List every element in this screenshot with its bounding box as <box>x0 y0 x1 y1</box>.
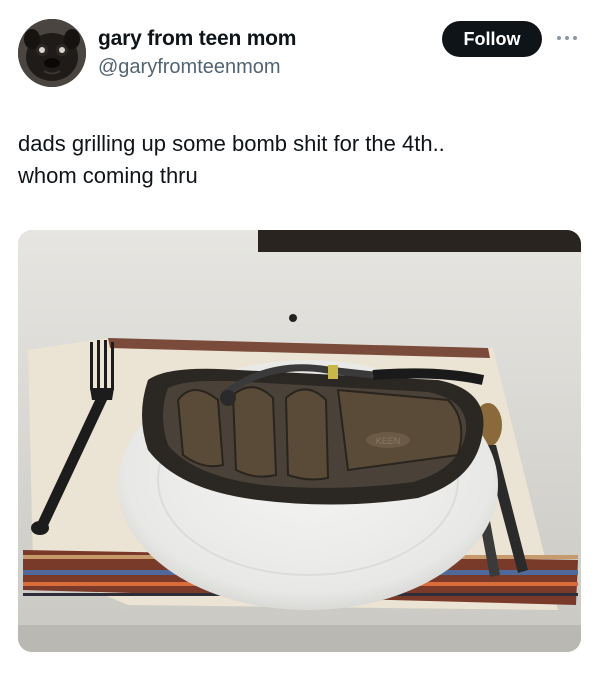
tweet-card: gary from teen mom @garyfromteenmom Foll… <box>0 0 600 674</box>
sandal-on-plate-image: KEEN <box>18 230 581 652</box>
tweet-text-line: dads grilling up some bomb shit for the … <box>18 131 445 156</box>
pug-avatar-icon <box>18 19 86 87</box>
avatar[interactable] <box>18 19 86 87</box>
image-logo-text: KEEN <box>376 436 401 446</box>
tweet-text: dads grilling up some bomb shit for the … <box>18 128 578 192</box>
tweet-photo[interactable]: KEEN <box>18 230 581 652</box>
more-horizontal-icon[interactable] <box>553 26 581 50</box>
follow-button[interactable]: Follow <box>442 21 542 57</box>
author-display-name[interactable]: gary from teen mom <box>98 27 296 51</box>
author-handle[interactable]: @garyfromteenmom <box>98 56 281 79</box>
tweet-text-line: whom coming thru <box>18 163 198 188</box>
